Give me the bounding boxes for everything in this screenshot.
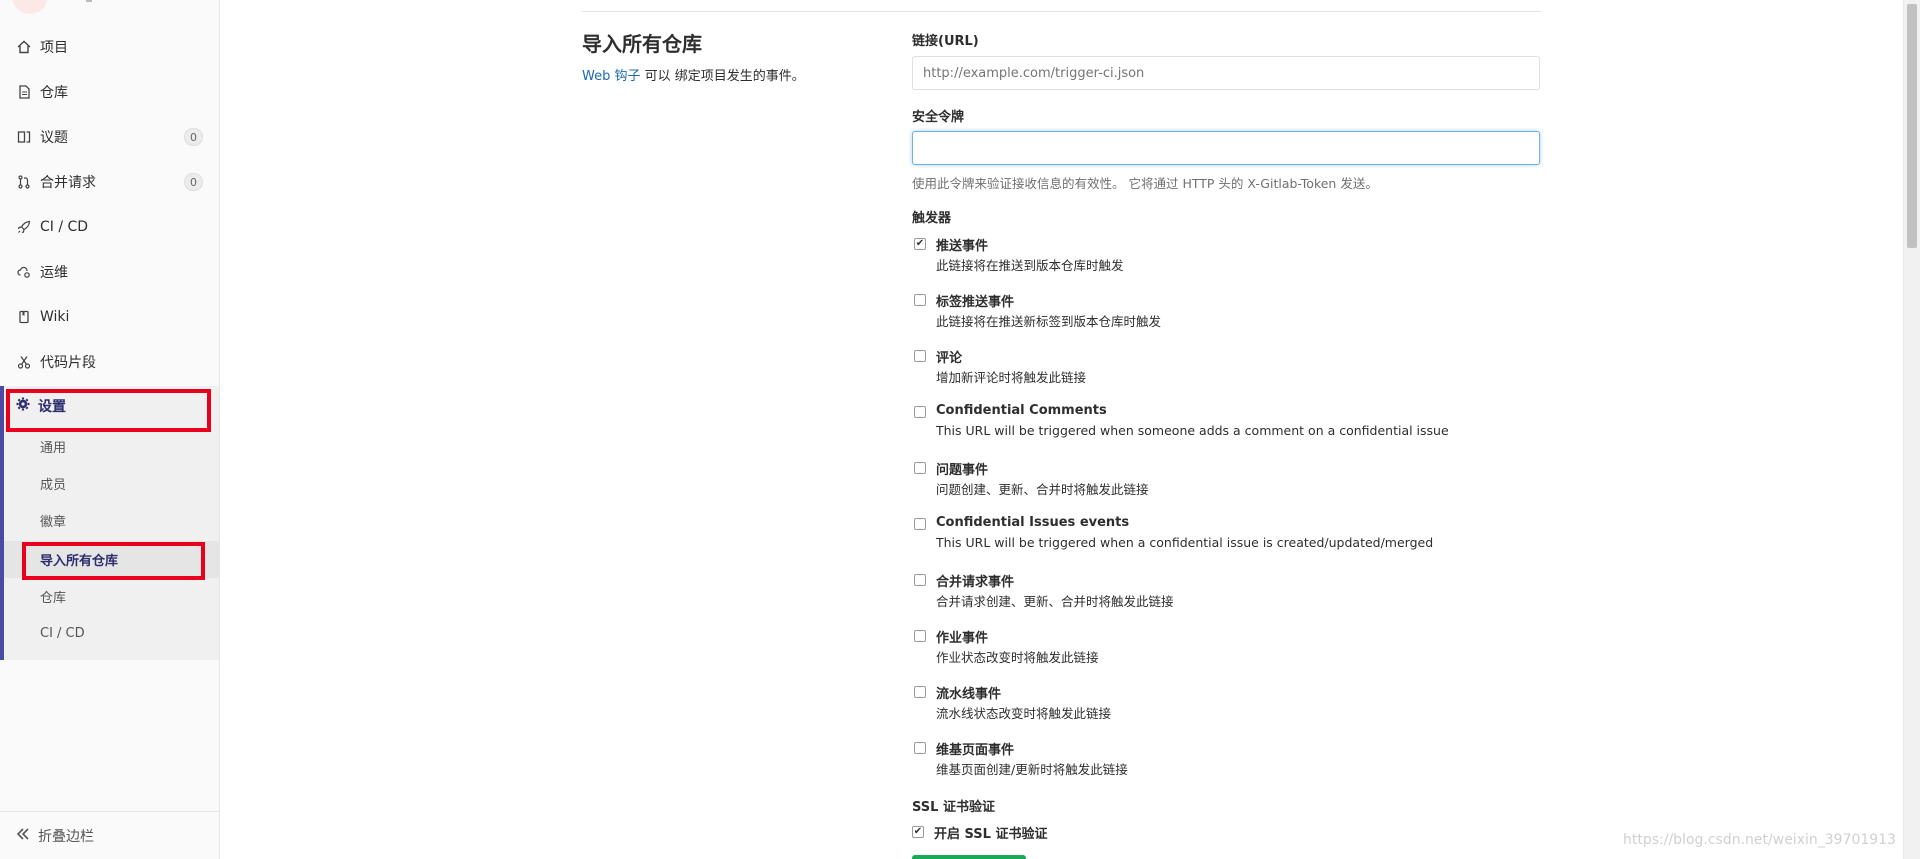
section-description-text: 可以 绑定项目发生的事件。 [640,69,805,84]
trigger-description: 合并请求创建、更新、合并时将触发此链接 [936,594,1174,609]
rocket-icon [16,219,32,235]
sidebar-item-project[interactable]: 项目 [0,24,219,69]
sidebar-item-merge-requests[interactable]: 合并请求 0 [0,159,219,204]
sidebar-item-issues[interactable]: 议题 0 [0,114,219,159]
sidebar-item-label: 运维 [40,264,68,281]
sidebar-item-wiki[interactable]: Wiki [0,294,219,339]
trigger-checkbox[interactable] [914,686,926,698]
page-scrollbar[interactable] [1903,0,1920,859]
trigger-checkbox[interactable]: ✔ [914,238,926,250]
scissors-icon [16,354,32,370]
webhooks-link[interactable]: Web 钩子 [582,69,640,84]
settings-sub-item-badges[interactable]: 徽章 [4,502,219,539]
trigger-job-events: 作业事件 作业状态改变时将触发此链接 [912,627,1540,683]
ssl-verification-label: SSL 证书验证 [912,800,995,815]
trigger-confidential-comments: Confidential Comments This URL will be t… [912,403,1540,459]
top-divider [582,11,1541,12]
issues-icon [16,129,32,145]
project-name-fragment [86,0,92,2]
collapse-sidebar-label: 折叠边栏 [38,828,94,845]
sidebar-item-snippets[interactable]: 代码片段 [0,339,219,384]
trigger-title: 流水线事件 [936,687,1002,702]
trigger-title: 标签推送事件 [936,295,1015,310]
sidebar-item-label: 仓库 [40,84,68,101]
trigger-push-events: ✔ 推送事件 此链接将在推送到版本仓库时触发 [912,235,1540,291]
trigger-checkbox[interactable] [914,518,926,530]
trigger-checkbox[interactable] [914,406,926,418]
trigger-confidential-issues-events: Confidential Issues events This URL will… [912,515,1540,571]
trigger-checkbox[interactable] [914,742,926,754]
trigger-title: 合并请求事件 [936,575,1015,590]
trigger-issues-events: 问题事件 问题创建、更新、合并时将触发此链接 [912,459,1540,515]
settings-sub-item-members[interactable]: 成员 [4,465,219,502]
collapse-sidebar-button[interactable]: 折叠边栏 [0,811,219,859]
trigger-comments: 评论 增加新评论时将触发此链接 [912,347,1540,403]
trigger-description: This URL will be triggered when someone … [936,423,1449,438]
trigger-description: 增加新评论时将触发此链接 [936,370,1087,385]
sidebar-item-label: CI / CD [40,218,89,235]
trigger-title: 作业事件 [936,631,989,646]
trigger-merge-request-events: 合并请求事件 合并请求创建、更新、合并时将触发此链接 [912,571,1540,627]
sidebar-item-label: 代码片段 [40,354,96,371]
trigger-description: 此链接将在推送到版本仓库时触发 [936,258,1124,273]
sidebar-item-label: Wiki [40,308,70,325]
trigger-title: 维基页面事件 [936,743,1015,758]
trigger-tag-push-events: 标签推送事件 此链接将在推送新标签到版本仓库时触发 [912,291,1540,347]
scrollbar-thumb[interactable] [1907,4,1917,248]
secret-token-input[interactable] [912,131,1540,165]
issues-count-badge: 0 [184,127,203,146]
trigger-description: 作业状态改变时将触发此链接 [936,650,1099,665]
trigger-checkbox[interactable] [914,294,926,306]
trigger-checkbox[interactable] [914,350,926,362]
highlight-box-integrations [22,542,205,580]
trigger-checkbox[interactable] [914,630,926,642]
settings-sub-item-ci-cd[interactable]: CI / CD [4,615,219,652]
url-label: 链接(URL) [912,34,979,49]
book-icon [16,309,32,325]
watermark: https://blog.csdn.net/weixin_39701913 [1622,832,1896,848]
settings-sub-item-repository[interactable]: 仓库 [4,578,219,615]
sidebar-item-operations[interactable]: 运维 [0,249,219,294]
section-description: Web 钩子 可以 绑定项目发生的事件。 [582,65,805,84]
merge-request-icon [16,174,32,190]
page-title: 导入所有仓库 [582,32,702,56]
sidebar-item-repository[interactable]: 仓库 [0,69,219,114]
trigger-wiki-page-events: 维基页面事件 维基页面创建/更新时将触发此链接 [912,739,1540,795]
trigger-description: 流水线状态改变时将触发此链接 [936,706,1112,721]
trigger-checkbox[interactable] [914,462,926,474]
url-input[interactable] [912,56,1540,90]
cloud-gear-icon [16,264,32,280]
add-webhook-button[interactable] [912,855,1026,859]
trigger-title: 推送事件 [936,239,989,254]
ssl-verification-option-label: 开启 SSL 证书验证 [934,827,1048,842]
ssl-verification-checkbox[interactable]: ✔ [912,826,924,838]
sidebar-item-label: 项目 [40,39,68,56]
sidebar-item-ci-cd[interactable]: CI / CD [0,204,219,249]
home-icon [16,39,32,55]
project-avatar[interactable] [12,0,48,14]
settings-sub-item-general[interactable]: 通用 [4,428,219,465]
merge-requests-count-badge: 0 [184,172,203,191]
trigger-title: 问题事件 [936,463,989,478]
trigger-title: Confidential Comments [936,403,1107,418]
trigger-title: 评论 [936,351,963,366]
trigger-pipeline-events: 流水线事件 流水线状态改变时将触发此链接 [912,683,1540,739]
trigger-title: Confidential Issues events [936,515,1130,530]
trigger-description: 此链接将在推送新标签到版本仓库时触发 [936,314,1162,329]
trigger-description: 维基页面创建/更新时将触发此链接 [936,762,1128,777]
double-chevron-left-icon [16,826,30,845]
trigger-description: 问题创建、更新、合并时将触发此链接 [936,482,1149,497]
doc-icon [16,84,32,100]
triggers-label: 触发器 [912,211,952,226]
trigger-checkbox[interactable] [914,574,926,586]
secret-token-help: 使用此令牌来验证接收信息的有效性。 它将通过 HTTP 头的 X-Gitlab-… [912,176,1378,191]
highlight-box-settings [6,389,211,432]
secret-token-label: 安全令牌 [912,110,965,125]
trigger-description: This URL will be triggered when a confid… [936,535,1434,550]
